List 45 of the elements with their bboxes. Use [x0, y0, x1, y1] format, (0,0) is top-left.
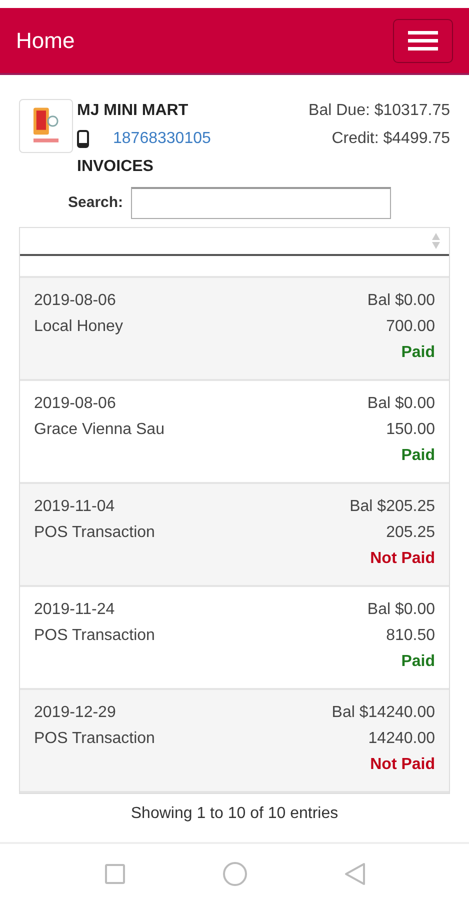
search-field[interactable]	[131, 187, 392, 219]
payment-status: Paid	[400, 446, 435, 466]
credit-amount: Credit: $4499.75	[330, 129, 450, 149]
payment-status: Not Paid	[369, 549, 435, 569]
phone-icon	[77, 130, 89, 148]
invoice-balance: Bal $0.00	[367, 394, 435, 414]
invoice-description: POS Transaction	[34, 626, 155, 646]
store-logo	[19, 99, 73, 153]
sort-icon	[431, 232, 441, 250]
entries-info: Showing 1 to 10 of 10 entries	[130, 804, 340, 824]
section-title: INVOICES	[77, 157, 154, 177]
search-label: Search:	[68, 192, 124, 213]
invoice-description: Grace Vienna Sau	[34, 420, 164, 440]
invoice-amount: 205.25	[385, 523, 435, 543]
invoice-date: 2019-12-29	[34, 703, 117, 723]
back-icon[interactable]	[344, 862, 366, 886]
invoice-row[interactable]: 2019-11-04 POS Transaction Bal $205.25 205.25 Not Paid	[20, 484, 449, 587]
recent-apps-icon[interactable]	[104, 863, 126, 885]
phone-link[interactable]: 18768330105	[113, 127, 211, 151]
invoice-date: 2019-08-06	[34, 291, 117, 311]
invoice-date: 2019-11-24	[34, 600, 116, 620]
invoice-description: Local Honey	[34, 317, 123, 337]
invoice-amount: 700.00	[385, 317, 435, 337]
home-icon[interactable]	[222, 861, 248, 887]
invoice-balance: Bal $14240.00	[332, 703, 435, 723]
invoice-row[interactable]: 2019-08-06 Local Honey Bal $0.00 700.00 Paid	[20, 278, 449, 381]
payment-status: Paid	[400, 343, 435, 363]
menu-icon	[408, 30, 438, 52]
invoice-date: 2019-11-04	[34, 497, 116, 517]
balance-due: Bal Due: $10317.75	[308, 101, 450, 121]
invoice-amount: 810.50	[385, 626, 435, 646]
page-title: Home	[16, 27, 75, 55]
invoice-balance: Bal $0.00	[367, 291, 435, 311]
invoice-amount: 14240.00	[367, 729, 435, 749]
invoice-description: POS Transaction	[34, 523, 155, 543]
invoice-date: 2019-08-06	[34, 394, 117, 414]
invoice-amount: 150.00	[385, 420, 435, 440]
invoice-balance: Bal $205.25	[350, 497, 435, 517]
invoice-description: POS Transaction	[34, 729, 155, 749]
menu-button[interactable]	[393, 18, 453, 62]
payment-status: Not Paid	[369, 755, 435, 775]
invoice-row[interactable]: 2019-12-29 POS Transaction Bal $14240.00 14240.00 Not Paid	[20, 690, 449, 793]
invoice-balance: Bal $0.00	[367, 600, 435, 620]
payment-status: Paid	[400, 652, 435, 672]
customer-name: MJ MINI MART	[77, 101, 190, 121]
